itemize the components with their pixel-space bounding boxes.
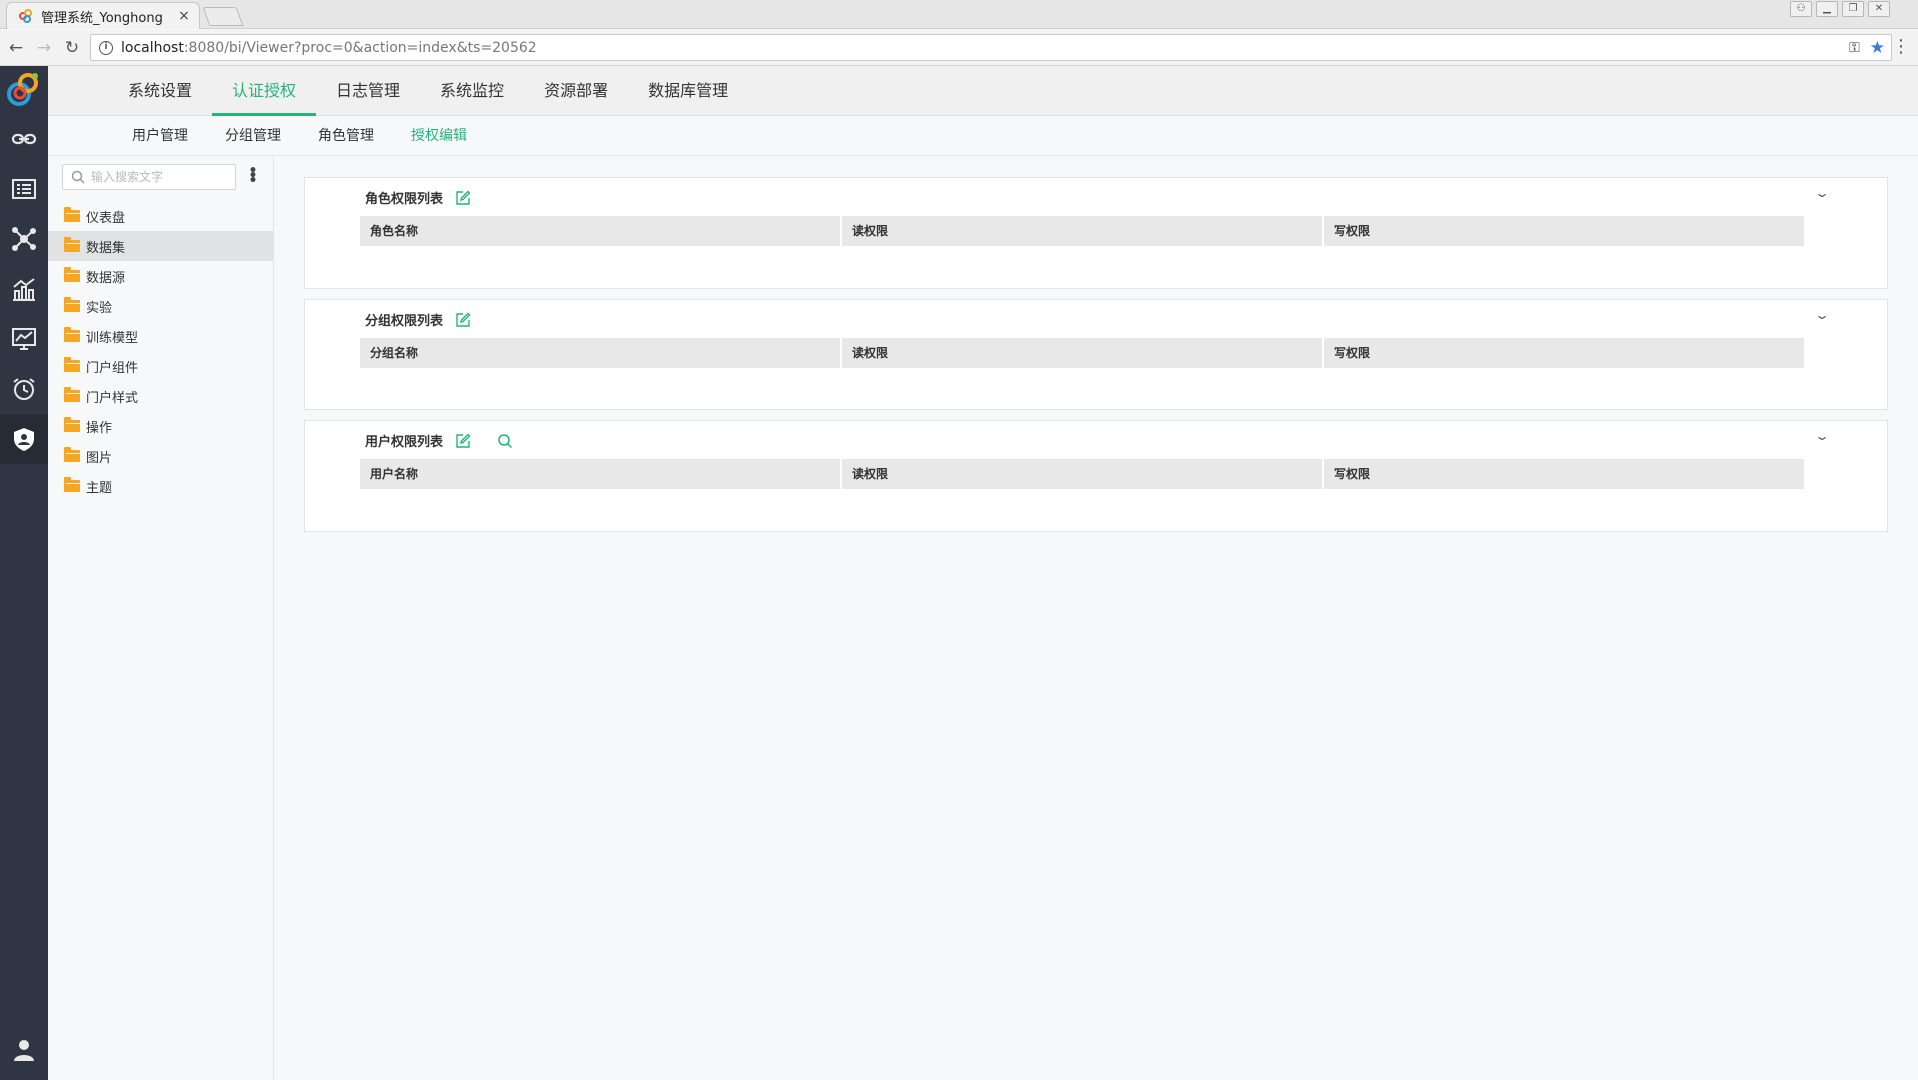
topnav-monitor[interactable]: 系统监控: [420, 66, 524, 116]
column-header[interactable]: 角色名称: [360, 216, 842, 246]
browser-tab-bar: 管理系统_Yonghong × ⚇ ▁ ❐ ✕: [0, 0, 1918, 29]
folder-icon: [64, 327, 80, 342]
search-icon[interactable]: [497, 433, 513, 449]
rail-security-icon[interactable]: [0, 414, 48, 464]
tree-item-image[interactable]: 图片: [48, 441, 273, 471]
collapse-chevron-icon[interactable]: ⌄: [1814, 429, 1830, 443]
main-content: 角色权限列表 ⌄ 角色名称 读权限 写权限 分组权限列表 ⌄ 分组名称 读权限 …: [274, 157, 1918, 1080]
folder-icon: [64, 207, 80, 222]
topnav-database[interactable]: 数据库管理: [628, 66, 748, 116]
resource-tree: ••• 仪表盘 数据集 数据源 实验 训练模型 门户组件 门户样式 操作 图片 …: [48, 157, 274, 1080]
role-permission-panel: 角色权限列表 ⌄ 角色名称 读权限 写权限: [304, 177, 1888, 289]
column-header[interactable]: 读权限: [842, 216, 1324, 246]
collapse-chevron-icon[interactable]: ⌄: [1814, 308, 1830, 322]
folder-icon: [64, 237, 80, 252]
rail-link-icon[interactable]: [0, 114, 48, 164]
edit-icon[interactable]: [455, 312, 471, 328]
subnav-permission-edit[interactable]: 授权编辑: [411, 116, 467, 156]
collapse-chevron-icon[interactable]: ⌄: [1814, 186, 1830, 200]
topnav-system-settings[interactable]: 系统设置: [108, 66, 212, 116]
window-controls: ⚇ ▁ ❐ ✕: [1790, 1, 1890, 17]
tab-title: 管理系统_Yonghong: [41, 10, 163, 26]
minimize-button[interactable]: ▁: [1816, 1, 1838, 17]
tab-close-icon[interactable]: ×: [177, 8, 191, 24]
group-permission-panel: 分组权限列表 ⌄ 分组名称 读权限 写权限: [304, 299, 1888, 410]
tree-item-dashboard[interactable]: 仪表盘: [48, 201, 273, 231]
tree-search-input[interactable]: [91, 170, 231, 184]
column-header[interactable]: 分组名称: [360, 338, 842, 368]
column-header[interactable]: 写权限: [1324, 216, 1804, 246]
edit-icon[interactable]: [455, 190, 471, 206]
panel-title: 分组权限列表: [365, 314, 444, 329]
topnav-deploy[interactable]: 资源部署: [524, 66, 628, 116]
user-permission-table-header: 用户名称 读权限 写权限: [360, 459, 1804, 489]
user-permission-panel: 用户权限列表 ⌄ 用户名称 读权限 写权限: [304, 420, 1888, 532]
topnav-auth[interactable]: 认证授权: [212, 66, 317, 116]
tree-item-theme[interactable]: 主题: [48, 471, 273, 501]
folder-icon: [64, 357, 80, 372]
browser-tab[interactable]: 管理系统_Yonghong ×: [6, 2, 200, 29]
folder-icon: [64, 297, 80, 312]
tree-item-dataset[interactable]: 数据集: [48, 231, 273, 261]
forward-icon[interactable]: →: [32, 36, 56, 60]
close-window-button[interactable]: ✕: [1868, 1, 1890, 17]
rail-chart-icon[interactable]: [0, 264, 48, 314]
tree-item-portal-widget[interactable]: 门户组件: [48, 351, 273, 381]
topnav-logs[interactable]: 日志管理: [316, 66, 420, 116]
subnav-groups[interactable]: 分组管理: [225, 116, 281, 156]
app-logo-icon: [0, 66, 48, 114]
folder-icon: [64, 267, 80, 282]
site-info-icon[interactable]: i: [99, 40, 113, 55]
app-favicon-icon: [19, 9, 33, 23]
app-rail: [0, 66, 48, 1080]
rail-network-icon[interactable]: [0, 214, 48, 264]
subnav-users[interactable]: 用户管理: [132, 116, 188, 156]
tree-item-datasource[interactable]: 数据源: [48, 261, 273, 291]
key-icon[interactable]: ⚿: [1849, 40, 1860, 56]
restore-button[interactable]: ❐: [1842, 1, 1864, 17]
folder-icon: [64, 447, 80, 462]
tree-item-model[interactable]: 训练模型: [48, 321, 273, 351]
column-header[interactable]: 读权限: [842, 338, 1324, 368]
search-icon: [71, 170, 85, 184]
rail-list-icon[interactable]: [0, 164, 48, 214]
folder-icon: [64, 477, 80, 492]
rail-monitor-icon[interactable]: [0, 314, 48, 364]
new-tab-button[interactable]: [202, 7, 244, 26]
column-header[interactable]: 写权限: [1324, 338, 1804, 368]
sub-navigation: 用户管理 分组管理 角色管理 授权编辑: [48, 116, 1918, 156]
tree-list: 仪表盘 数据集 数据源 实验 训练模型 门户组件 门户样式 操作 图片 主题: [48, 201, 273, 501]
browser-toolbar: ← → ↻ i localhost:8080/bi/Viewer?proc=0&…: [0, 30, 1918, 66]
folder-icon: [64, 387, 80, 402]
tree-menu-icon[interactable]: • • •: [248, 164, 258, 188]
tree-item-portal-style[interactable]: 门户样式: [48, 381, 273, 411]
url-text: localhost:8080/bi/Viewer?proc=0&action=i…: [121, 39, 537, 56]
folder-icon: [64, 417, 80, 432]
profile-icon[interactable]: ⚇: [1790, 1, 1812, 17]
column-header[interactable]: 用户名称: [360, 459, 842, 489]
edit-icon[interactable]: [455, 433, 471, 449]
bookmark-star-icon[interactable]: ★: [1870, 38, 1885, 58]
tree-item-experiment[interactable]: 实验: [48, 291, 273, 321]
reload-icon[interactable]: ↻: [60, 36, 84, 60]
browser-menu-icon[interactable]: ⋮: [1892, 37, 1910, 57]
column-header[interactable]: 读权限: [842, 459, 1324, 489]
subnav-roles[interactable]: 角色管理: [318, 116, 374, 156]
group-permission-table-header: 分组名称 读权限 写权限: [360, 338, 1804, 368]
tree-search-box: [62, 164, 236, 190]
panel-title: 角色权限列表: [365, 192, 444, 207]
column-header[interactable]: 写权限: [1324, 459, 1804, 489]
top-navigation: 系统设置 认证授权 日志管理 系统监控 资源部署 数据库管理: [48, 66, 1918, 116]
tree-item-operation[interactable]: 操作: [48, 411, 273, 441]
panel-title: 用户权限列表: [365, 435, 444, 450]
address-bar[interactable]: i localhost:8080/bi/Viewer?proc=0&action…: [90, 34, 1892, 61]
rail-clock-icon[interactable]: [0, 364, 48, 414]
role-permission-table-header: 角色名称 读权限 写权限: [360, 216, 1804, 246]
back-icon[interactable]: ←: [4, 36, 28, 60]
user-avatar-icon[interactable]: [0, 1038, 48, 1062]
